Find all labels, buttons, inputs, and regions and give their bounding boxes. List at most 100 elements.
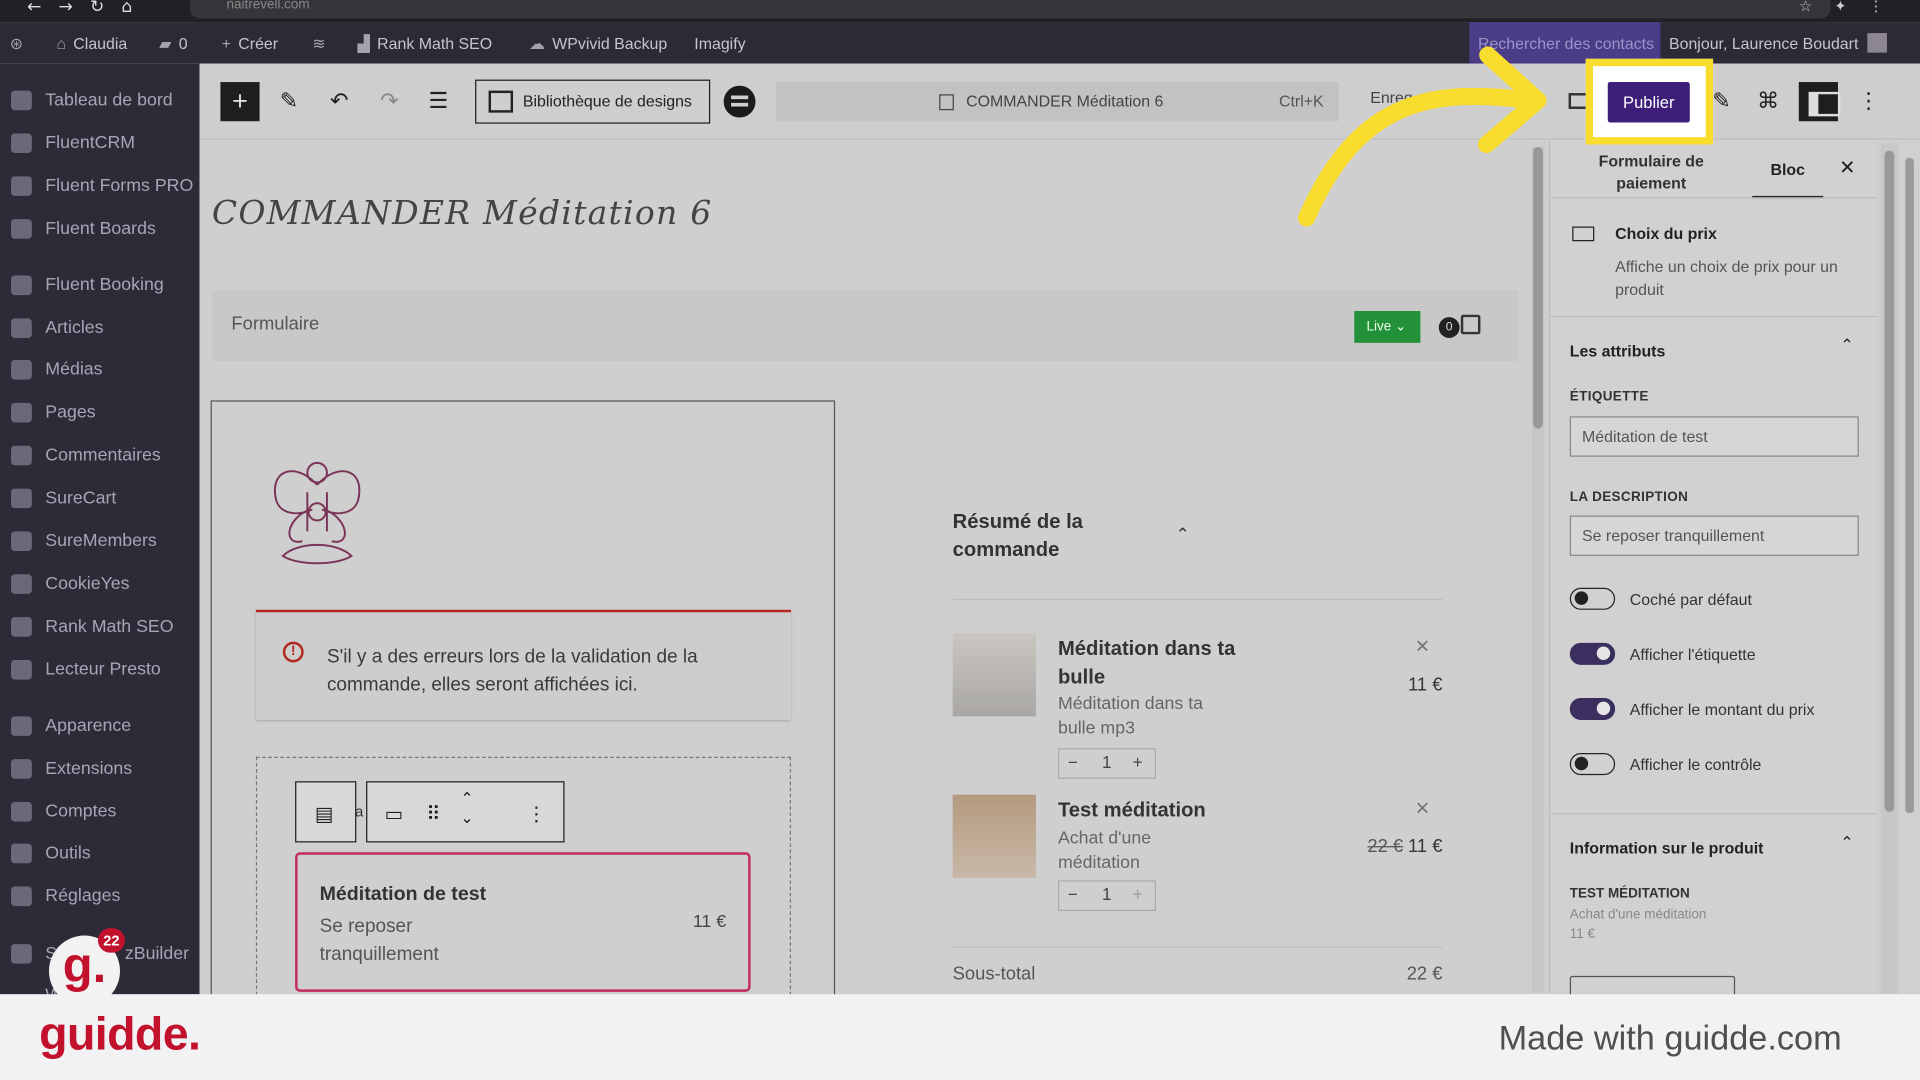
player-icon: [11, 660, 32, 680]
avatar[interactable]: [1867, 33, 1887, 53]
toggle-show-label[interactable]: [1569, 642, 1616, 665]
sidebar-item-dashboard[interactable]: Tableau de bord: [0, 82, 200, 119]
sidebar-item-comments[interactable]: Commentaires: [0, 437, 200, 474]
quantity-stepper[interactable]: − 1 +: [1057, 748, 1156, 779]
block-type-button[interactable]: ▤: [295, 781, 357, 843]
product-price: 11 €: [1569, 926, 1596, 942]
label-field-title: ÉTIQUETTE: [1569, 389, 1649, 405]
list-view-icon[interactable]: ☰: [425, 88, 452, 115]
wordpress-logo-icon[interactable]: ⊛: [10, 22, 31, 64]
sidebar-item-tools[interactable]: Outils: [0, 835, 200, 872]
sidebar-item-appearance[interactable]: Apparence: [0, 708, 200, 745]
sidebar-item-suremembers[interactable]: SureMembers: [0, 523, 200, 560]
user-icon: [11, 802, 32, 822]
browser-extension-icons[interactable]: ☆✦⋮: [1799, 0, 1905, 13]
toggle-default-checked[interactable]: [1569, 587, 1616, 610]
toggle-show-control[interactable]: [1569, 753, 1616, 776]
cart-icon[interactable]: [1460, 314, 1481, 335]
sidebar-item-plugins[interactable]: Extensions: [0, 751, 200, 788]
add-block-button[interactable]: +: [220, 82, 260, 122]
window-scrollbar[interactable]: [1900, 143, 1920, 995]
remove-item-icon[interactable]: ✕: [1415, 797, 1430, 819]
more-options-icon[interactable]: ⋮: [1855, 88, 1882, 115]
fluent-icon[interactable]: ≋: [312, 22, 333, 64]
sidebar-item-fluent-forms[interactable]: Fluent Forms PRO: [0, 168, 200, 205]
tab-payment-form[interactable]: Formulaire de paiement: [1582, 151, 1720, 195]
sidebar-item-media[interactable]: Médias: [0, 351, 200, 388]
search-contacts[interactable]: Rechercher des contacts: [1469, 22, 1661, 64]
close-icon[interactable]: ✕: [1839, 156, 1855, 180]
chevron-up-icon[interactable]: ⌃: [1176, 525, 1190, 545]
minus-icon[interactable]: −: [1068, 884, 1078, 904]
description-input[interactable]: Se reposer tranquillement: [1569, 515, 1859, 556]
page-title[interactable]: COMMANDER Méditation 6: [212, 195, 713, 233]
undo-icon[interactable]: ↶: [326, 88, 353, 115]
divider: [1550, 315, 1878, 318]
adminbar-new[interactable]: + Créer: [222, 22, 278, 64]
label-input[interactable]: Méditation de test: [1569, 416, 1859, 457]
remove-item-icon[interactable]: ✕: [1415, 636, 1430, 658]
settings-panel-toggle[interactable]: [1798, 82, 1841, 122]
pencil-icon[interactable]: ✎: [276, 88, 303, 115]
adminbar-site[interactable]: ⌂ Claudia: [56, 22, 127, 64]
price-block-icon[interactable]: ▭: [384, 802, 403, 825]
fluent-settings-icon[interactable]: ⌘: [1755, 88, 1782, 115]
tab-block[interactable]: Bloc: [1752, 160, 1824, 199]
browser-nav-icons[interactable]: ←→↻⌂: [27, 0, 150, 16]
sidebar-item-settings[interactable]: Réglages: [0, 878, 200, 915]
divider: [1550, 197, 1878, 199]
surecart-icon[interactable]: [723, 85, 756, 118]
sidebar-item-pages[interactable]: Pages: [0, 394, 200, 431]
save-draft-button[interactable]: Enreg: [1370, 88, 1412, 106]
comment-icon: [11, 445, 32, 466]
quantity-stepper[interactable]: − 1 +: [1057, 880, 1156, 912]
address-bar[interactable]: naitrevell.com: [189, 0, 1831, 19]
attributes-section[interactable]: Les attributs: [1570, 342, 1666, 360]
design-library-button[interactable]: Bibliothèque de designs: [475, 79, 711, 124]
edit-product-button[interactable]: [1569, 975, 1736, 995]
sidebar-item-presto[interactable]: Lecteur Presto: [0, 651, 200, 688]
redo-icon[interactable]: ↷: [376, 88, 403, 115]
fairy-logo: [273, 461, 361, 565]
product-info-section[interactable]: Information sur le produit: [1570, 839, 1764, 857]
move-up-down-icon[interactable]: ⌃ ⌄: [460, 790, 473, 829]
adminbar-rankmath[interactable]: ▟ Rank Math SEO: [358, 22, 493, 64]
browser-chrome: ←→↻⌂ naitrevell.com ☆✦⋮: [0, 0, 1920, 23]
sidebar-item-fluentcrm[interactable]: FluentCRM: [0, 125, 200, 162]
guidde-badge[interactable]: g. 22: [48, 928, 125, 1007]
drag-handle-icon[interactable]: ⠿: [426, 802, 440, 825]
panel-scrollbar[interactable]: [1880, 143, 1898, 995]
plus-icon[interactable]: +: [1133, 884, 1143, 904]
block-description: Affiche un choix de prix pour un produit: [1615, 257, 1838, 299]
sidebar-item-fluent-boards[interactable]: Fluent Boards: [0, 211, 200, 248]
toggle-show-price[interactable]: [1569, 697, 1616, 721]
chevron-up-icon[interactable]: ⌃: [1840, 337, 1853, 355]
sidebar-item-fluent-booking[interactable]: Fluent Booking: [0, 267, 200, 304]
settings-icon: [11, 886, 32, 907]
cookie-icon: [11, 574, 32, 594]
sidebar-item-articles[interactable]: Articles: [0, 310, 200, 347]
block-options-icon[interactable]: ⋮: [527, 802, 547, 825]
adminbar-imagify[interactable]: Imagify: [694, 22, 745, 64]
canvas-scrollbar[interactable]: [1531, 146, 1545, 992]
chevron-up-icon[interactable]: ⌃: [1840, 834, 1853, 852]
minus-icon[interactable]: −: [1068, 752, 1078, 772]
wp-admin-sidebar: Tableau de bord FluentCRM Fluent Forms P…: [0, 63, 200, 995]
adminbar-wpvivid[interactable]: ☁ WPvivid Backup: [529, 22, 667, 64]
sidebar-item-cookieyes[interactable]: CookieYes: [0, 566, 200, 603]
sidebar-item-rankmath[interactable]: Rank Math SEO: [0, 609, 200, 646]
adminbar-comments[interactable]: ▰ 0: [159, 22, 187, 64]
booking-icon: [11, 275, 32, 296]
price-choice-option[interactable]: Méditation de test Se reposer tranquille…: [295, 852, 751, 992]
command-palette[interactable]: COMMANDER Méditation 6 Ctrl+K: [776, 82, 1339, 122]
publish-button[interactable]: Publier: [1607, 82, 1690, 123]
plus-icon[interactable]: +: [1133, 752, 1143, 772]
divider: [952, 946, 1443, 948]
order-summary-title[interactable]: Résumé de la commande: [953, 508, 1124, 564]
live-mode-button[interactable]: Live ⌄: [1354, 311, 1421, 343]
made-with-text: Made with guidde.com: [1498, 1018, 1842, 1057]
sidebar-item-users[interactable]: Comptes: [0, 793, 200, 830]
sidebar-item-surecart[interactable]: SureCart: [0, 480, 200, 517]
home-icon: ⌂: [56, 34, 66, 53]
divider: [1550, 813, 1878, 815]
